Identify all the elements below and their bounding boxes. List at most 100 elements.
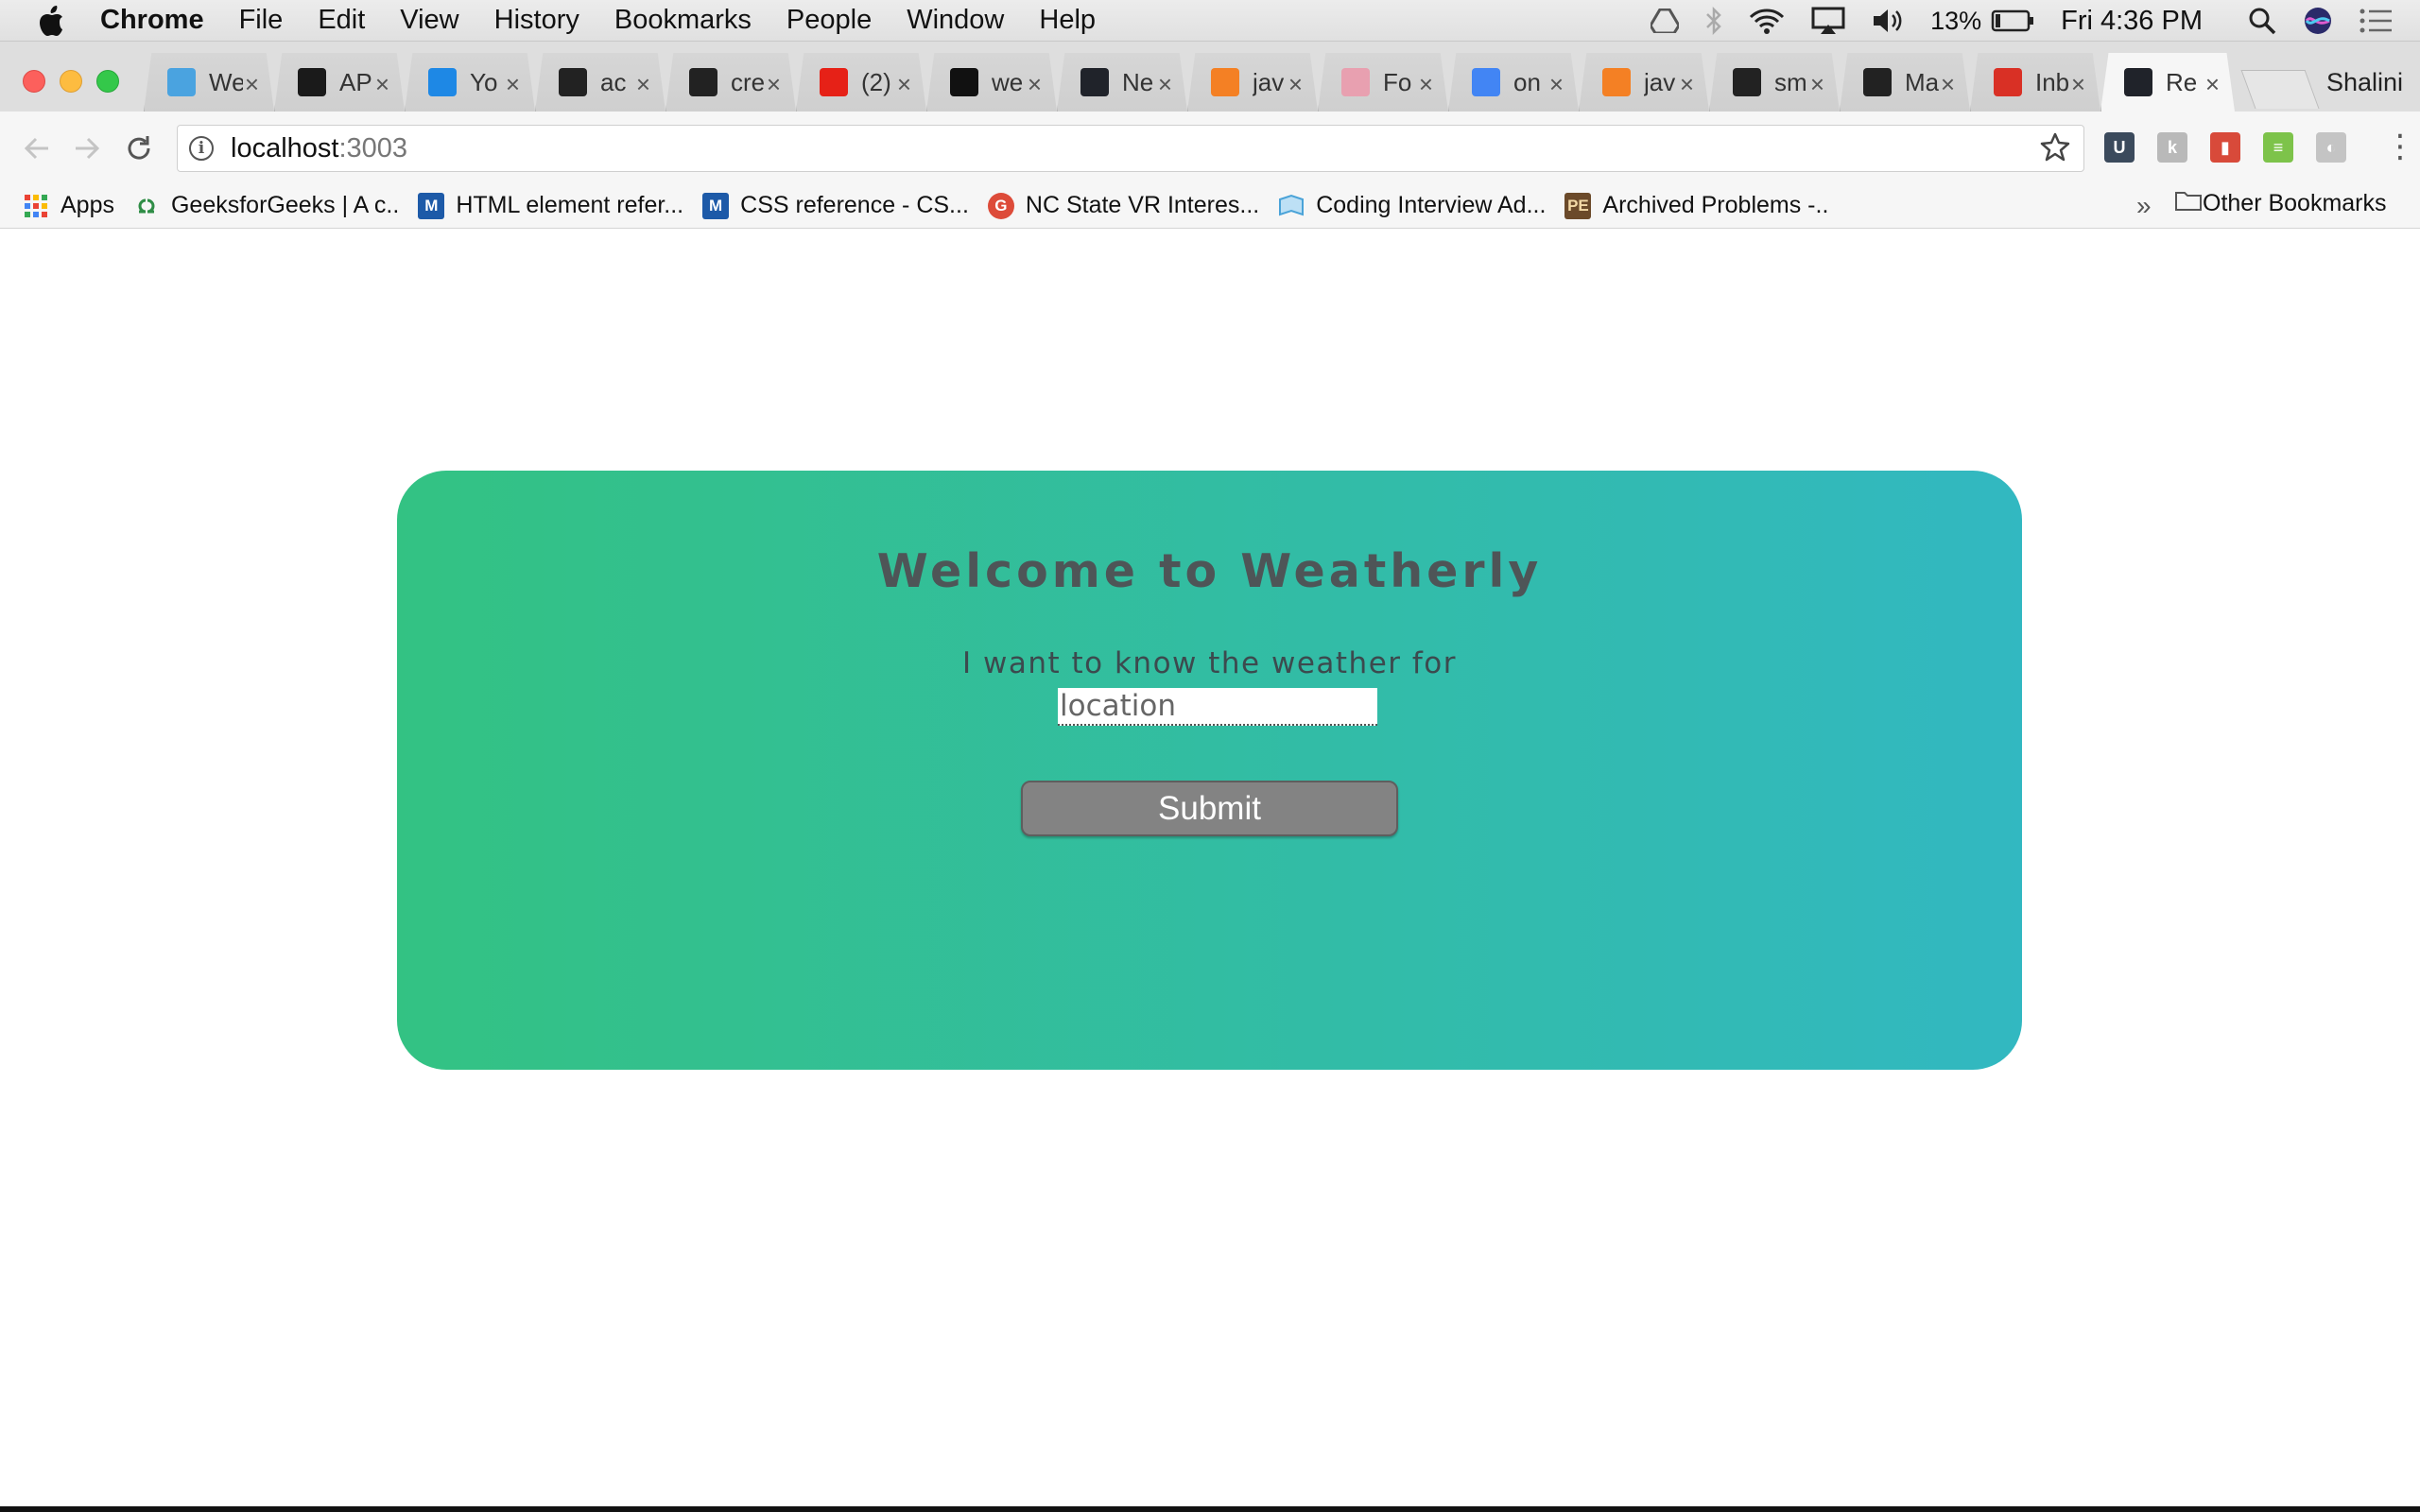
browser-tab[interactable]: we × [926, 53, 1057, 112]
menu-people[interactable]: People [786, 5, 872, 36]
submit-button[interactable]: Submit [1021, 781, 1398, 836]
volume-icon[interactable] [1872, 8, 1904, 34]
extension-u-icon[interactable]: U [2104, 132, 2135, 163]
siri-icon[interactable] [2303, 6, 2333, 36]
airplay-icon[interactable] [1811, 7, 1845, 35]
back-button[interactable] [21, 132, 53, 164]
tab-close-icon[interactable]: × [897, 70, 911, 99]
bookmark-geeksforgeeks[interactable]: GeeksforGeeks | A c.. [133, 192, 399, 219]
tab-close-icon[interactable]: × [1288, 70, 1303, 99]
browser-tab[interactable]: Yo × [405, 53, 535, 112]
bookmark-css-reference[interactable]: M CSS reference - CS... [702, 192, 969, 219]
fontawesome-icon [1341, 68, 1370, 96]
browser-tab[interactable]: Re × [2100, 53, 2235, 112]
forward-button[interactable] [71, 132, 103, 164]
page-content: Welcome to Weatherly I want to know the … [0, 229, 2420, 1512]
tab-close-icon[interactable]: × [1419, 70, 1433, 99]
window-close-button[interactable] [23, 70, 45, 93]
browser-tab[interactable]: ac × [535, 53, 666, 112]
mdn-icon: M [702, 192, 730, 219]
battery-icon[interactable] [1991, 9, 2034, 32]
site-info-icon[interactable]: i [189, 136, 214, 161]
tab-close-icon[interactable]: × [1549, 70, 1564, 99]
menu-view[interactable]: View [400, 5, 458, 36]
menu-help[interactable]: Help [1039, 5, 1096, 36]
wifi-icon[interactable] [1749, 8, 1785, 34]
tab-close-icon[interactable]: × [1941, 70, 1955, 99]
tab-title: Re [2166, 67, 2198, 96]
bookmark-html-element-reference[interactable]: M HTML element refer... [418, 192, 683, 219]
tab-close-icon[interactable]: × [1680, 70, 1694, 99]
tab-title: we [992, 67, 1024, 96]
browser-tab[interactable]: jav × [1579, 53, 1709, 112]
apps-grid-icon [23, 193, 49, 219]
apple-logo-icon[interactable] [38, 4, 66, 38]
window-zoom-button[interactable] [96, 70, 119, 93]
browser-tab[interactable]: AP × [274, 53, 405, 112]
browser-tab[interactable]: We × [144, 53, 274, 112]
tab-close-icon[interactable]: × [1158, 70, 1172, 99]
macos-menu-bar: Chrome File Edit View History Bookmarks … [0, 0, 2420, 42]
github-icon [1863, 68, 1892, 96]
bookmark-archived-problems[interactable]: PE Archived Problems -.. [1564, 192, 1828, 219]
tab-close-icon[interactable]: × [506, 70, 520, 99]
reload-button[interactable] [123, 132, 155, 164]
other-bookmarks-folder[interactable]: Other Bookmarks [2174, 189, 2387, 218]
window-minimize-button[interactable] [60, 70, 82, 93]
tab-close-icon[interactable]: × [1028, 70, 1042, 99]
battery-percent: 13% [1930, 6, 1982, 35]
extension-k-icon[interactable]: k [2157, 132, 2187, 163]
browser-tab[interactable]: jav × [1187, 53, 1318, 112]
tab-close-icon[interactable]: × [2071, 70, 2085, 99]
bookmarks-overflow-button[interactable]: » [2136, 191, 2152, 221]
new-tab-button[interactable] [2240, 70, 2320, 109]
bluetooth-icon[interactable] [1705, 7, 1722, 35]
bookmark-apps[interactable]: Apps [23, 192, 114, 219]
tab-close-icon[interactable]: × [2205, 70, 2220, 99]
extension-gray-icon[interactable]: ◐ [2316, 132, 2346, 163]
browser-tab[interactable]: (2) × [796, 53, 926, 112]
tab-close-icon[interactable]: × [767, 70, 781, 99]
browser-tab[interactable]: on × [1448, 53, 1579, 112]
bookmark-label: Archived Problems -.. [1602, 192, 1829, 218]
browser-tab[interactable]: Ne × [1057, 53, 1187, 112]
chrome-menu-icon[interactable]: ⋮ [2384, 130, 2416, 163]
gmail-icon [1994, 68, 2022, 96]
tab-close-icon[interactable]: × [245, 70, 259, 99]
menu-history[interactable]: History [494, 5, 579, 36]
bookmark-label: Coding Interview Ad... [1316, 192, 1547, 218]
youtube-icon [820, 68, 848, 96]
url-host: localhost [231, 132, 339, 163]
bookmark-coding-interview[interactable]: Coding Interview Ad... [1278, 192, 1546, 219]
tab-close-icon[interactable]: × [375, 70, 389, 99]
tab-close-icon[interactable]: × [636, 70, 650, 99]
menu-bookmarks[interactable]: Bookmarks [614, 5, 752, 36]
menu-edit[interactable]: Edit [318, 5, 365, 36]
other-bookmarks-label: Other Bookmarks [2203, 190, 2387, 216]
address-bar[interactable]: i localhost :3003 [177, 125, 2084, 172]
bookmark-star-icon[interactable] [2040, 131, 2070, 170]
tab-title: cre [731, 67, 765, 96]
location-input[interactable] [1058, 688, 1377, 726]
browser-tab[interactable]: Ma × [1840, 53, 1970, 112]
tab-title: Inb [2035, 67, 2069, 96]
notification-center-icon[interactable] [2360, 9, 2394, 33]
tab-close-icon[interactable]: × [1810, 70, 1824, 99]
profile-name-button[interactable]: Shalini [2326, 68, 2403, 97]
menubar-clock[interactable]: Fri 4:36 PM [2061, 6, 2203, 37]
gear-icon [167, 68, 196, 96]
menu-file[interactable]: File [239, 5, 284, 36]
browser-tab[interactable]: cre × [666, 53, 796, 112]
browser-tab[interactable]: sm × [1709, 53, 1840, 112]
menu-window[interactable]: Window [907, 5, 1004, 36]
browser-toolbar: i localhost :3003 U k ▮ ≡ ◐ ⋮ [0, 112, 2420, 183]
extension-bookmark-red-icon[interactable]: ▮ [2210, 132, 2240, 163]
browser-tab[interactable]: Fo × [1318, 53, 1448, 112]
browser-tab[interactable]: Inb × [1970, 53, 2100, 112]
book-icon [1278, 193, 1305, 219]
bookmark-nc-state-vr[interactable]: G NC State VR Interes... [987, 192, 1259, 219]
menu-app-name[interactable]: Chrome [100, 5, 204, 36]
google-drive-icon[interactable] [1651, 9, 1680, 33]
extension-green-icon[interactable]: ≡ [2263, 132, 2293, 163]
spotlight-search-icon[interactable] [2248, 7, 2276, 35]
